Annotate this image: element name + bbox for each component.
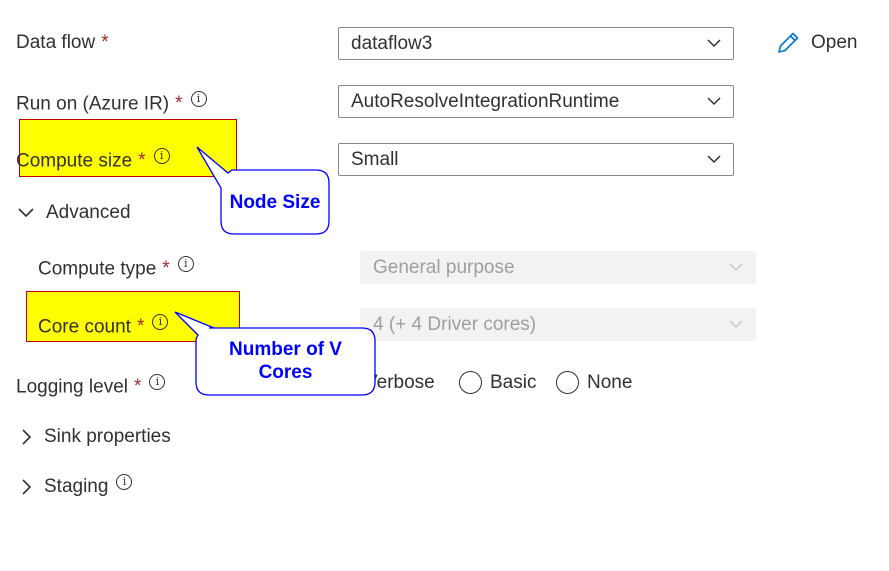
sink-properties-expander[interactable]: Sink properties [20, 426, 171, 448]
run-on-select[interactable]: AutoResolveIntegrationRuntime [338, 85, 734, 118]
info-icon[interactable]: i [149, 374, 166, 390]
compute-size-select[interactable]: Small [338, 143, 734, 176]
staging-expander[interactable]: Staging i [20, 474, 133, 498]
run-on-label: Run on (Azure IR) * i [16, 91, 207, 115]
data-flow-select[interactable]: dataflow3 [338, 27, 734, 60]
chevron-down-icon [707, 155, 721, 164]
core-count-label: Core count * i [38, 314, 169, 338]
compute-type-label: Compute type * i [38, 256, 194, 280]
info-icon[interactable]: i [177, 256, 194, 272]
compute-type-select: General purpose [360, 251, 756, 284]
chevron-right-icon [22, 479, 32, 495]
radio-circle[interactable] [459, 371, 482, 394]
logging-option-none[interactable]: None [556, 371, 632, 394]
chevron-right-icon [22, 429, 32, 445]
chevron-down-icon [707, 39, 721, 48]
compute-size-label: Compute size * i [16, 148, 170, 172]
vcores-annotation-line2: Cores [258, 362, 313, 383]
chevron-down-icon [18, 208, 34, 218]
info-icon[interactable]: i [152, 314, 169, 330]
core-count-select: 4 (+ 4 Driver cores) [360, 308, 756, 341]
chevron-down-icon [729, 320, 743, 329]
logging-option-basic[interactable]: Basic [459, 371, 536, 394]
open-button[interactable]: Open [775, 30, 857, 56]
info-icon[interactable]: i [116, 474, 133, 490]
data-flow-label: Data flow * [16, 32, 109, 53]
advanced-expander[interactable]: Advanced [18, 202, 131, 224]
radio-circle[interactable] [556, 371, 579, 394]
info-icon[interactable]: i [190, 91, 207, 107]
edit-pencil-icon [778, 32, 799, 53]
info-icon[interactable]: i [153, 148, 170, 164]
logging-level-label: Logging level * i [16, 374, 166, 398]
chevron-down-icon [729, 263, 743, 272]
chevron-down-icon [707, 97, 721, 106]
node-size-annotation: Node Size [229, 192, 321, 213]
vcores-annotation-line1: Number of V [229, 339, 342, 360]
